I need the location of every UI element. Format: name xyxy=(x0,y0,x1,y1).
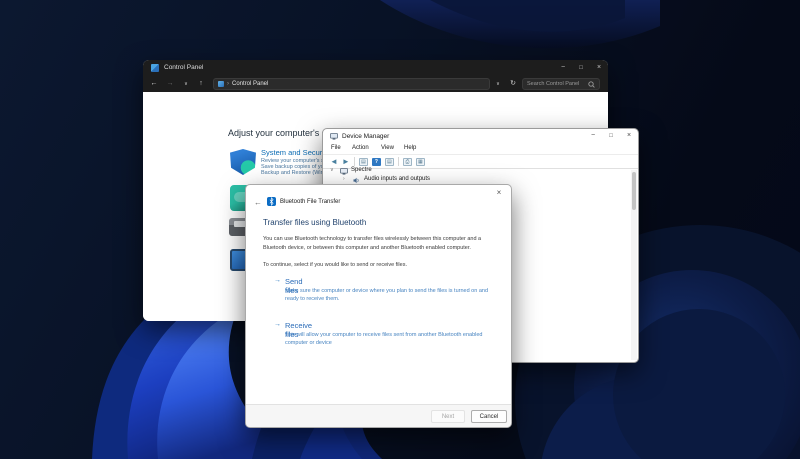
location-icon xyxy=(218,81,224,87)
search-box[interactable] xyxy=(522,78,600,90)
control-panel-chrome: Control Panel − □ × ← → ∨ ↑ › Control Pa… xyxy=(143,60,608,92)
window-title: Control Panel xyxy=(164,64,203,71)
arrow-right-icon: → xyxy=(274,321,281,328)
vertical-scrollbar[interactable] xyxy=(631,170,637,360)
back-icon[interactable]: ← xyxy=(148,78,160,90)
computer-icon xyxy=(340,168,348,175)
bluetooth-file-transfer-dialog: × ← Bluetooth File Transfer Transfer fil… xyxy=(245,184,512,428)
list-view-icon[interactable]: ▤ xyxy=(359,158,368,166)
category-system-and-security[interactable]: System and Security xyxy=(261,148,330,157)
breadcrumb-location[interactable]: Control Panel xyxy=(232,81,268,87)
dialog-title: Bluetooth File Transfer xyxy=(280,199,340,205)
close-button[interactable]: × xyxy=(590,60,608,76)
close-icon[interactable]: × xyxy=(493,187,505,199)
help-icon[interactable]: ? xyxy=(372,158,381,166)
control-panel-app-icon xyxy=(151,64,159,72)
dialog-footer: Next Cancel xyxy=(246,404,511,427)
print-icon[interactable]: ⎙ xyxy=(403,158,412,166)
bluetooth-icon xyxy=(267,197,276,206)
system-security-icon[interactable] xyxy=(230,149,256,175)
desktop: Control Panel − □ × ← → ∨ ↑ › Control Pa… xyxy=(0,0,800,459)
expander-icon[interactable]: › xyxy=(343,176,345,182)
address-bar: ← → ∨ ↑ › Control Panel ∨ ↻ xyxy=(143,76,608,92)
minimize-button[interactable]: − xyxy=(554,60,572,76)
forward-icon[interactable]: → xyxy=(164,78,176,90)
toolbar-divider xyxy=(398,157,399,166)
minimize-button[interactable]: − xyxy=(584,128,602,144)
menu-bar: File Action View Help xyxy=(323,143,638,155)
menu-file[interactable]: File xyxy=(331,145,341,151)
window-title: Device Manager xyxy=(342,133,389,140)
cancel-button[interactable]: Cancel xyxy=(471,410,507,423)
recent-locations-icon[interactable]: ∨ xyxy=(180,78,192,90)
receive-files-description: This will allow your computer to receive… xyxy=(285,332,499,348)
breadcrumb[interactable]: › Control Panel xyxy=(213,78,490,90)
menu-view[interactable]: View xyxy=(381,145,394,151)
tree-label: Spectre xyxy=(351,167,372,173)
tree-item-computer[interactable]: ∨ Spectre xyxy=(323,167,638,176)
intro-paragraph: You can use Bluetooth technology to tran… xyxy=(263,235,501,252)
breadcrumb-chevron-icon: › xyxy=(227,81,229,87)
menu-action[interactable]: Action xyxy=(352,145,369,151)
next-button[interactable]: Next xyxy=(431,410,465,423)
search-input[interactable] xyxy=(527,81,588,87)
back-arrow-icon[interactable]: ◄ xyxy=(330,157,338,167)
scrollbar-thumb[interactable] xyxy=(632,172,636,210)
send-files-description: Make sure the computer or device where y… xyxy=(285,288,499,304)
up-icon[interactable]: ↑ xyxy=(195,78,207,90)
maximize-button[interactable]: □ xyxy=(602,128,620,144)
close-button[interactable]: × xyxy=(620,128,638,144)
search-icon xyxy=(588,81,595,88)
control-panel-titlebar[interactable]: Control Panel − □ × xyxy=(143,60,608,76)
continue-paragraph: To continue, select if you would like to… xyxy=(263,261,501,270)
expander-icon[interactable]: ∨ xyxy=(330,167,334,173)
main-instruction: Transfer files using Bluetooth xyxy=(263,218,366,227)
device-manager-app-icon xyxy=(330,133,338,140)
toolbar-divider xyxy=(354,157,355,166)
tree-label: Audio inputs and outputs xyxy=(364,176,430,182)
scan-hardware-icon[interactable]: ▦ xyxy=(416,158,425,166)
device-manager-titlebar[interactable]: Device Manager − □ × xyxy=(323,129,638,143)
speaker-icon xyxy=(353,177,360,184)
refresh-icon[interactable]: ↻ xyxy=(507,78,519,90)
back-icon[interactable]: ← xyxy=(254,198,262,207)
menu-help[interactable]: Help xyxy=(404,145,416,151)
forward-arrow-icon[interactable]: ► xyxy=(342,157,350,167)
properties-icon[interactable]: ▤ xyxy=(385,158,394,166)
maximize-button[interactable]: □ xyxy=(572,60,590,76)
address-dropdown-icon[interactable]: ∨ xyxy=(492,78,504,90)
arrow-right-icon: → xyxy=(274,277,281,284)
